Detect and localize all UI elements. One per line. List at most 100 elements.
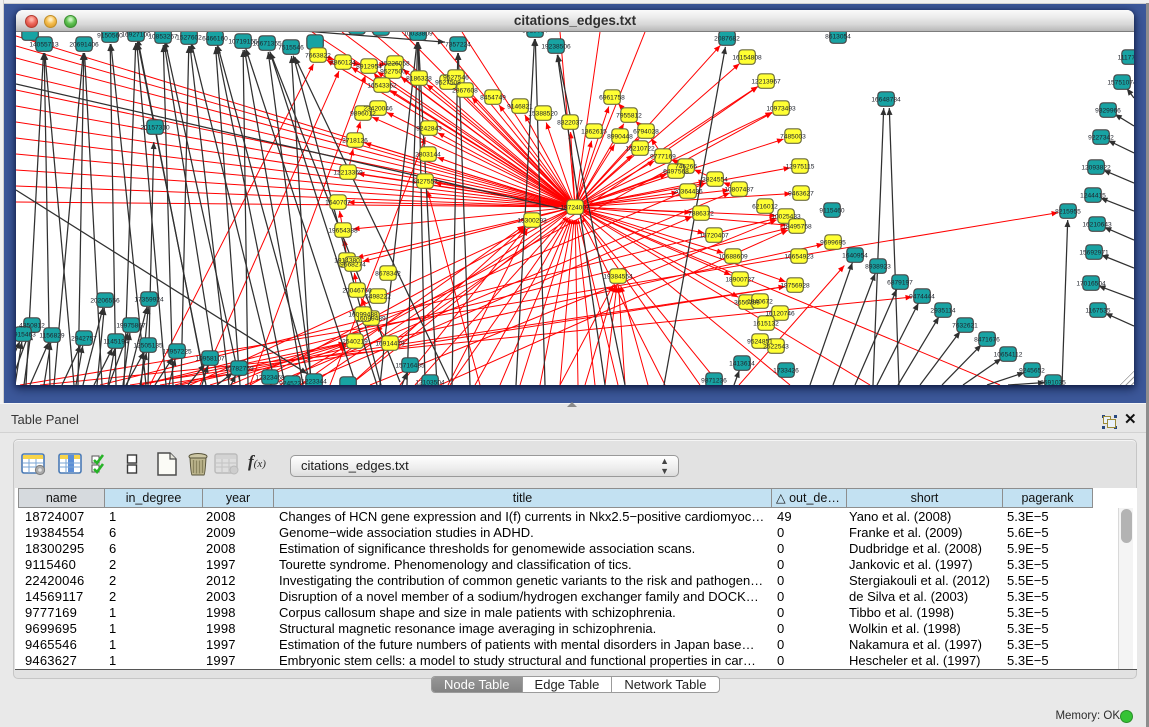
- svg-text:8860124: 8860124: [330, 60, 356, 67]
- svg-text:3915463: 3915463: [16, 332, 36, 339]
- svg-text:9871236: 9871236: [701, 378, 727, 385]
- svg-text:8454749: 8454749: [480, 95, 506, 102]
- svg-text:9146821: 9146821: [507, 104, 533, 111]
- svg-text:1145194: 1145194: [103, 339, 129, 346]
- svg-text:6497568: 6497568: [663, 169, 689, 176]
- svg-text:9896012: 9896012: [350, 111, 376, 118]
- svg-text:16210643: 16210643: [1082, 222, 1112, 229]
- svg-text:18900727: 18900727: [725, 277, 755, 284]
- svg-text:12505135: 12505135: [133, 343, 163, 350]
- svg-text:8322037: 8322037: [557, 120, 583, 127]
- svg-text:17957225: 17957225: [162, 349, 192, 356]
- svg-text:15300293: 15300293: [517, 218, 547, 225]
- svg-text:1413614: 1413614: [729, 361, 755, 368]
- svg-text:8678342: 8678342: [375, 271, 401, 278]
- svg-text:1167535: 1167535: [1085, 308, 1111, 315]
- svg-text:4350812: 4350812: [19, 323, 45, 330]
- svg-text:7632621: 7632621: [952, 323, 978, 330]
- svg-text:17359924: 17359924: [134, 297, 164, 304]
- svg-text:7357224: 7357224: [445, 42, 471, 49]
- svg-text:16654923: 16654923: [784, 254, 814, 261]
- svg-text:6961758: 6961758: [599, 95, 625, 102]
- svg-text:2867608: 2867608: [452, 88, 478, 95]
- svg-text:20157310: 20157310: [140, 125, 170, 132]
- svg-text:12093822: 12093822: [1081, 165, 1111, 172]
- svg-text:10853267: 10853267: [148, 34, 178, 41]
- svg-text:20691406: 20691406: [69, 42, 99, 49]
- svg-text:16782759: 16782759: [224, 366, 254, 373]
- svg-text:1615132: 1615132: [753, 321, 779, 328]
- svg-text:7515546: 7515546: [278, 45, 304, 52]
- svg-text:1733426: 1733426: [773, 368, 799, 375]
- svg-text:2935114: 2935114: [930, 308, 956, 315]
- svg-text:9463627: 9463627: [788, 191, 814, 198]
- svg-text:16210722: 16210722: [625, 146, 655, 153]
- svg-text:9699695: 9699695: [820, 240, 846, 247]
- svg-text:1362615: 1362615: [581, 129, 607, 136]
- svg-text:9527546: 9527546: [443, 75, 469, 82]
- svg-text:19238506: 19238506: [541, 44, 571, 51]
- svg-text:19756928: 19756928: [780, 283, 810, 290]
- svg-text:2087682: 2087682: [714, 36, 740, 43]
- svg-text:10025433: 10025433: [771, 214, 801, 221]
- svg-text:8186328: 8186328: [406, 76, 432, 83]
- svg-text:12975115: 12975115: [786, 164, 815, 171]
- svg-text:3824554: 3824554: [702, 177, 728, 184]
- svg-text:8813054: 8813054: [522, 32, 548, 35]
- svg-text:6216012: 6216012: [752, 204, 778, 211]
- svg-text:8215955: 8215955: [1055, 209, 1081, 216]
- svg-text:9527500: 9527500: [380, 69, 406, 76]
- svg-text:18495758: 18495758: [782, 224, 812, 231]
- svg-text:9474444: 9474444: [909, 294, 935, 301]
- svg-text:16543362: 16543362: [367, 83, 397, 90]
- svg-text:9227342: 9227342: [1088, 135, 1114, 142]
- svg-text:2718126: 2718126: [342, 138, 368, 145]
- svg-text:1840672: 1840672: [747, 299, 773, 306]
- svg-text:17016504: 17016504: [1076, 281, 1106, 288]
- svg-text:10973493: 10973493: [766, 106, 796, 113]
- svg-text:10688609: 10688609: [718, 254, 748, 261]
- svg-text:6466160: 6466160: [202, 36, 228, 43]
- svg-text:1244415: 1244415: [1080, 193, 1106, 200]
- svg-text:12213369: 12213369: [333, 170, 363, 177]
- svg-text:1640707: 1640707: [325, 200, 351, 207]
- svg-text:15692971: 15692971: [1079, 250, 1109, 257]
- svg-text:20364436: 20364436: [673, 189, 703, 196]
- svg-text:10807487: 10807487: [724, 187, 754, 194]
- svg-text:16914479: 16914479: [375, 341, 405, 348]
- svg-text:1223344: 1223344: [301, 379, 327, 386]
- svg-text:9668274: 9668274: [340, 262, 366, 269]
- svg-text:2522543: 2522543: [763, 344, 789, 351]
- svg-text:15226058: 15226058: [380, 61, 410, 68]
- svg-text:8427552: 8427552: [412, 179, 438, 186]
- svg-text:6879197: 6879197: [887, 280, 913, 287]
- svg-text:6794028: 6794028: [633, 129, 659, 136]
- svg-text:9150560: 9150560: [97, 33, 123, 40]
- svg-text:9242843: 9242843: [416, 126, 442, 133]
- svg-text:8471676: 8471676: [974, 337, 1000, 344]
- svg-text:7955812: 7955812: [616, 113, 642, 120]
- svg-text:9329966: 9329966: [1095, 108, 1121, 115]
- svg-text:8613054: 8613054: [825, 34, 851, 41]
- svg-text:15751074: 15751074: [1107, 80, 1134, 87]
- svg-text:15720407: 15720407: [699, 233, 729, 240]
- svg-text:10958107: 10958107: [195, 356, 225, 363]
- svg-text:10033809: 10033809: [403, 32, 433, 38]
- svg-text:1527602: 1527602: [176, 35, 202, 42]
- svg-text:9777169: 9777169: [650, 154, 676, 161]
- svg-text:1156829: 1156829: [39, 333, 65, 340]
- svg-text:19654388: 19654388: [328, 228, 358, 235]
- svg-text:8990448: 8990448: [607, 134, 633, 141]
- svg-text:15388520: 15388520: [528, 111, 558, 118]
- svg-text:12103504: 12103504: [415, 380, 445, 386]
- svg-text:2803144: 2803144: [415, 152, 441, 159]
- svg-text:7485003: 7485003: [780, 134, 806, 141]
- svg-text:12213967: 12213967: [751, 79, 781, 86]
- svg-text:8938923: 8938923: [865, 264, 891, 271]
- svg-text:16648784: 16648784: [871, 97, 901, 104]
- svg-text:8912954: 8912954: [356, 64, 382, 71]
- svg-text:7886372: 7886372: [688, 211, 714, 218]
- svg-text:16120746: 16120746: [765, 311, 795, 318]
- svg-text:1640954: 1640954: [842, 253, 868, 260]
- svg-text:10654112: 10654112: [994, 352, 1023, 359]
